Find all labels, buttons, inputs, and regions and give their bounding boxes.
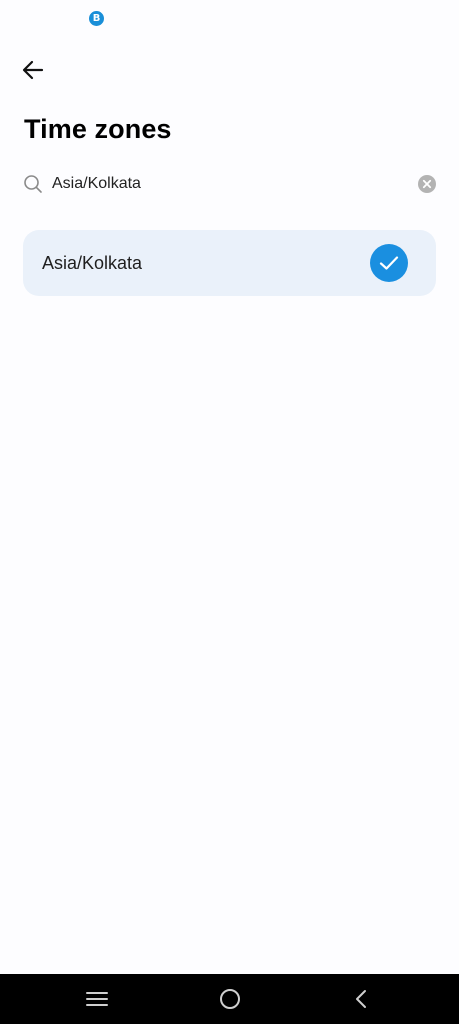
system-navigation-bar: [0, 974, 459, 1024]
home-icon: [220, 989, 240, 1009]
timezone-result-list: Asia/Kolkata: [23, 230, 436, 296]
search-icon: [22, 173, 44, 195]
clear-search-button[interactable]: [416, 173, 438, 195]
home-button[interactable]: [200, 974, 260, 1024]
timezone-list-item[interactable]: Asia/Kolkata: [23, 230, 436, 296]
back-button[interactable]: [16, 54, 50, 86]
page-title: Time zones: [24, 114, 172, 144]
checkmark-icon: [370, 244, 408, 282]
status-bar: B: [0, 0, 459, 40]
search-bar[interactable]: [22, 166, 438, 202]
search-input[interactable]: [52, 169, 416, 199]
notification-app-icon: B: [89, 11, 104, 26]
timezone-label: Asia/Kolkata: [42, 252, 143, 273]
system-back-button[interactable]: [331, 974, 391, 1024]
recent-apps-button[interactable]: [67, 974, 127, 1024]
arrow-left-icon: [22, 60, 44, 80]
clear-icon: [418, 175, 436, 193]
back-chevron-icon: [356, 990, 366, 1008]
menu-icon: [86, 992, 108, 1006]
